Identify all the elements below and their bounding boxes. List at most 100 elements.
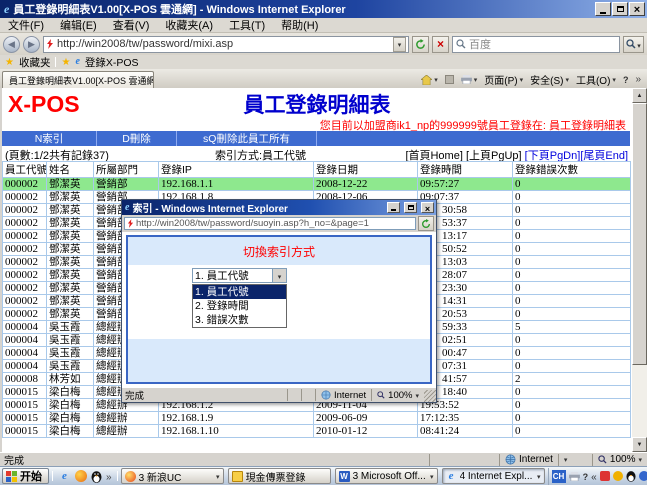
- delete-menu-button[interactable]: D刪除: [97, 131, 177, 146]
- select-option-list: 1. 員工代號2. 登錄時間3. 錯誤次數: [192, 284, 287, 328]
- popup-close-button[interactable]: [421, 202, 434, 213]
- quick-launch: [56, 467, 114, 485]
- menu-item[interactable]: 工具(T): [221, 17, 273, 33]
- tools-menu-button[interactable]: 工具(O): [574, 72, 618, 87]
- popup-go-button[interactable]: [418, 216, 434, 231]
- select-option[interactable]: 1. 員工代號: [193, 285, 286, 299]
- cell-name: 林芳如: [47, 373, 94, 386]
- favorites-label[interactable]: 收藏夹: [19, 55, 51, 70]
- cell-errors: 0: [513, 269, 631, 282]
- cell-department: 總經辦: [94, 412, 159, 425]
- page-menu-button[interactable]: 页面(P): [482, 72, 525, 87]
- ie-icon: [446, 471, 457, 482]
- select-dropdown-button[interactable]: [272, 269, 286, 282]
- menu-item[interactable]: 查看(V): [105, 17, 158, 33]
- uc-quicklaunch-icon[interactable]: [74, 470, 87, 483]
- menu-item[interactable]: 帮助(H): [273, 17, 326, 33]
- address-input[interactable]: http://win2008/tw/password/mixi.asp: [43, 36, 409, 53]
- page-icon: e: [75, 57, 79, 67]
- cell-errors: 0: [513, 412, 631, 425]
- address-dropdown-button[interactable]: [393, 37, 406, 52]
- start-button[interactable]: 开始: [2, 468, 49, 484]
- popup-minimize-button[interactable]: [387, 202, 400, 213]
- refresh-button[interactable]: [412, 36, 429, 53]
- search-go-button[interactable]: [623, 36, 644, 53]
- table-row[interactable]: 000015 梁白梅 總經辦 192.168.1.10 2010-01-12 0…: [3, 425, 631, 438]
- menu-item[interactable]: 收藏夹(A): [157, 17, 221, 33]
- menu-item[interactable]: 编辑(E): [52, 17, 105, 33]
- home-button[interactable]: [419, 74, 440, 85]
- safety-menu-button[interactable]: 安全(S): [528, 72, 571, 87]
- vertical-scrollbar[interactable]: [632, 88, 647, 452]
- resize-grip[interactable]: [424, 390, 436, 402]
- ie-quicklaunch-icon[interactable]: [58, 470, 71, 483]
- cell-name: 梁白梅: [47, 386, 94, 399]
- task-button[interactable]: 3 新浪UC: [121, 468, 224, 484]
- popup-zoom-control[interactable]: 100%: [371, 389, 424, 401]
- menu-item[interactable]: 文件(F): [0, 17, 52, 33]
- feeds-button[interactable]: [443, 75, 456, 84]
- zoom-control[interactable]: 100%: [592, 454, 647, 466]
- table-row[interactable]: 000002 鄧潔英 營銷部 192.168.1.1 2008-12-22 09…: [3, 178, 631, 191]
- add-favorite-icon[interactable]: [61, 56, 70, 68]
- cell-ip: 192.168.1.9: [159, 412, 314, 425]
- word-icon: [339, 471, 350, 482]
- help-tray-icon[interactable]: [583, 467, 589, 485]
- cell-errors: 0: [513, 425, 631, 438]
- favorites-link[interactable]: 登錄X-POS: [85, 55, 139, 70]
- tray-icon-red[interactable]: [600, 471, 610, 481]
- separator: [117, 471, 118, 481]
- minimize-button[interactable]: [595, 2, 611, 16]
- select-option[interactable]: 2. 登錄時間: [193, 299, 286, 313]
- favorites-star-icon[interactable]: [5, 56, 14, 68]
- cell-errors: 0: [513, 282, 631, 295]
- overflow-chevron-icon[interactable]: [633, 74, 643, 85]
- delete-all-menu-button[interactable]: sQ刪除此員工所有: [177, 131, 317, 146]
- quicklaunch-overflow-chevron-icon[interactable]: [106, 467, 112, 485]
- scrollbar-thumb[interactable]: [632, 103, 647, 365]
- popup-title: 索引 - Windows Internet Explorer: [132, 200, 383, 215]
- cell-errors: 0: [513, 191, 631, 204]
- language-indicator[interactable]: CH: [552, 470, 566, 483]
- back-button[interactable]: ◀: [3, 36, 20, 53]
- protected-mode-pane[interactable]: [558, 454, 592, 466]
- task-button[interactable]: 現金傳票登錄: [228, 468, 331, 484]
- tray-icon-blue[interactable]: [639, 471, 647, 481]
- stop-button[interactable]: [432, 36, 449, 53]
- popup-zone-pane: Internet: [315, 389, 371, 401]
- scroll-down-button[interactable]: [632, 437, 647, 452]
- forward-button[interactable]: ▶: [23, 36, 40, 53]
- select-value: 1. 員工代號: [193, 268, 272, 283]
- cell-errors: 0: [513, 243, 631, 256]
- qq-quicklaunch-icon[interactable]: [90, 470, 103, 483]
- select-option[interactable]: 3. 錯誤次數: [193, 313, 286, 327]
- cell-employee-id: 000002: [3, 191, 47, 204]
- popup-maximize-button[interactable]: [404, 202, 417, 213]
- tray-collapse-chevron-icon[interactable]: [591, 467, 597, 485]
- printer-tray-icon[interactable]: [569, 472, 580, 481]
- index-mode-select[interactable]: 1. 員工代號: [192, 268, 287, 283]
- close-button[interactable]: [629, 2, 645, 16]
- search-input[interactable]: 百度: [452, 36, 620, 53]
- popup-content: 切換索引方式 1. 員工代號 1. 員工代號2. 登錄時間3. 錯誤次數: [122, 232, 436, 387]
- tray-icon-gold[interactable]: [613, 471, 623, 481]
- scroll-up-button[interactable]: [632, 88, 647, 103]
- qq-tray-icon[interactable]: [626, 470, 636, 482]
- popup-address-input[interactable]: http://win2008/tw/password/suoyin.asp?h_…: [124, 217, 416, 230]
- index-menu-button[interactable]: N索引: [2, 131, 97, 146]
- maximize-button[interactable]: [612, 2, 628, 16]
- cell-ip: 192.168.1.10: [159, 425, 314, 438]
- menu-bar: 文件(F)编辑(E)查看(V)收藏夹(A)工具(T)帮助(H): [0, 18, 647, 33]
- cell-date: 2010-01-12: [314, 425, 418, 438]
- print-button[interactable]: [459, 74, 480, 85]
- task-button[interactable]: 4 Internet Expl...: [442, 468, 545, 484]
- tab-title: 員工登錄明細表V1.00[X-POS 雲通網]: [9, 74, 154, 87]
- table-row[interactable]: 000015 梁白梅 總經辦 192.168.1.9 2009-06-09 17…: [3, 412, 631, 425]
- task-label: 3 新浪UC: [139, 469, 182, 484]
- cell-name: 吳玉霞: [47, 334, 94, 347]
- window-titlebar: e 員工登錄明細表V1.00[X-POS 雲通網] - Windows Inte…: [0, 0, 647, 18]
- help-button[interactable]: [621, 75, 631, 85]
- browser-tab[interactable]: 員工登錄明細表V1.00[X-POS 雲通網]: [2, 71, 154, 88]
- cell-employee-id: 000004: [3, 334, 47, 347]
- task-button[interactable]: 3 Microsoft Off...: [335, 468, 438, 484]
